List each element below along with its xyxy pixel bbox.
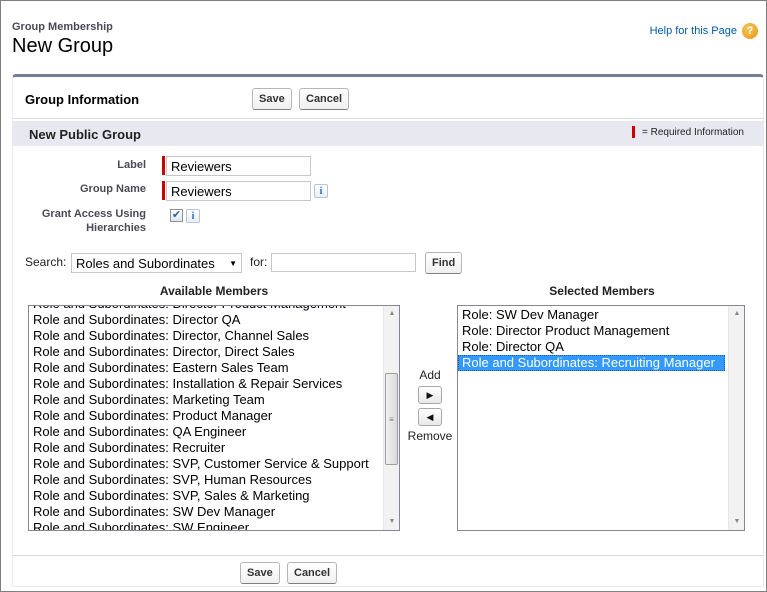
page-title: New Group xyxy=(12,35,114,57)
remove-label: Remove xyxy=(407,429,453,443)
bottom-cancel-button[interactable]: Cancel xyxy=(287,562,338,584)
search-type-select[interactable]: Roles and Subordinates ▼ xyxy=(71,253,242,273)
available-member-option[interactable]: Role and Subordinates: Eastern Sales Tea… xyxy=(29,360,382,376)
search-label: Search: xyxy=(25,255,67,269)
arrow-left-icon: ◀ xyxy=(426,411,434,422)
label-required-marker xyxy=(162,156,165,175)
group-name-info-icon[interactable]: i xyxy=(314,184,328,198)
selected-member-option[interactable]: Role and Subordinates: Recruiting Manage… xyxy=(458,355,725,371)
available-member-option[interactable]: Role and Subordinates: SVP, Sales & Mark… xyxy=(29,488,382,504)
available-members-list[interactable]: Role and Subordinates: Director Product … xyxy=(28,305,400,531)
required-marker-icon xyxy=(631,126,635,138)
selected-members-list[interactable]: Role: SW Dev Manager Role: Director Produ… xyxy=(457,305,745,531)
help-link[interactable]: Help for this Page xyxy=(650,25,737,37)
for-label: for: xyxy=(250,255,268,269)
available-members-header: Available Members xyxy=(159,284,269,298)
divider xyxy=(13,118,763,119)
available-member-option[interactable]: Role and Subordinates: SW Engineer xyxy=(29,520,382,530)
grip-icon: ≡ xyxy=(389,414,394,424)
available-member-option[interactable]: Role and Subordinates: Director, Direct … xyxy=(29,344,382,360)
chevron-down-icon: ▼ xyxy=(229,258,237,268)
available-member-option[interactable]: Role and Subordinates: SW Dev Manager xyxy=(29,504,382,520)
label-input[interactable] xyxy=(166,156,311,176)
top-cancel-button[interactable]: Cancel xyxy=(299,88,350,110)
available-member-option[interactable]: Role and Subordinates: Director, Channel… xyxy=(29,328,382,344)
arrow-right-icon: ▶ xyxy=(426,389,434,400)
selected-scrollbar[interactable]: ▲ ▼ xyxy=(728,306,744,530)
bottom-save-button[interactable]: Save xyxy=(240,562,280,584)
available-member-option[interactable]: Role and Subordinates: Recruiter xyxy=(29,440,382,456)
selected-member-option[interactable]: Role: Director Product Management xyxy=(458,323,727,339)
selected-member-option[interactable]: Role: Director QA xyxy=(458,339,727,355)
available-member-option[interactable]: Role and Subordinates: Director QA xyxy=(29,312,382,328)
selected-member-option[interactable]: Role: SW Dev Manager xyxy=(458,307,727,323)
add-label: Add xyxy=(419,368,441,382)
available-member-option[interactable]: Role and Subordinates: SVP, Customer Ser… xyxy=(29,456,382,472)
group-name-field-label: Group Name xyxy=(79,183,146,195)
grant-access-label-line1: Grant Access Using xyxy=(41,208,146,220)
add-button[interactable]: ▶ xyxy=(418,386,442,404)
group-name-required-marker xyxy=(162,181,165,200)
group-name-input[interactable] xyxy=(166,181,311,201)
scroll-down-icon[interactable]: ▼ xyxy=(729,514,744,530)
available-member-option[interactable]: Role and Subordinates: Product Manager xyxy=(29,408,382,424)
available-scrollbar[interactable]: ▲ ≡ ▼ xyxy=(383,306,399,530)
footer-divider xyxy=(13,555,763,556)
available-member-option[interactable]: Role and Subordinates: SVP, Human Resour… xyxy=(29,472,382,488)
available-member-option[interactable]: Role and Subordinates: Installation & Re… xyxy=(29,376,382,392)
required-legend: = Required Information xyxy=(631,126,744,138)
breadcrumb: Group Membership xyxy=(12,21,113,33)
help-question-icon[interactable]: ? xyxy=(742,23,758,39)
available-member-option[interactable]: Role and Subordinates: QA Engineer xyxy=(29,424,382,440)
scroll-up-icon[interactable]: ▲ xyxy=(729,306,744,322)
grant-access-info-icon[interactable]: i xyxy=(186,209,200,223)
top-save-button[interactable]: Save xyxy=(252,88,292,110)
selected-members-header: Selected Members xyxy=(549,284,655,298)
scroll-thumb[interactable]: ≡ xyxy=(385,373,398,465)
help-link-container[interactable]: Help for this Page ? xyxy=(650,23,758,39)
search-type-value: Roles and Subordinates xyxy=(76,255,215,271)
label-field-label: Label xyxy=(117,159,146,171)
available-member-option[interactable]: Role and Subordinates: Marketing Team xyxy=(29,392,382,408)
required-legend-text: = Required Information xyxy=(641,126,744,138)
find-button[interactable]: Find xyxy=(425,252,463,274)
grant-access-label: Grant Access Using Hierarchies xyxy=(16,207,146,235)
section-title: New Public Group xyxy=(29,127,141,142)
scroll-up-icon[interactable]: ▲ xyxy=(384,306,399,322)
available-member-option[interactable]: Role and Subordinates: Director Product … xyxy=(29,306,382,312)
panel-title: Group Information xyxy=(25,92,140,107)
grant-access-label-line2: Hierarchies xyxy=(86,222,146,234)
grant-access-checkbox[interactable]: ✔ xyxy=(170,209,183,222)
search-query-input[interactable] xyxy=(271,253,416,272)
scroll-down-icon[interactable]: ▼ xyxy=(384,514,399,530)
remove-button[interactable]: ◀ xyxy=(418,408,442,426)
